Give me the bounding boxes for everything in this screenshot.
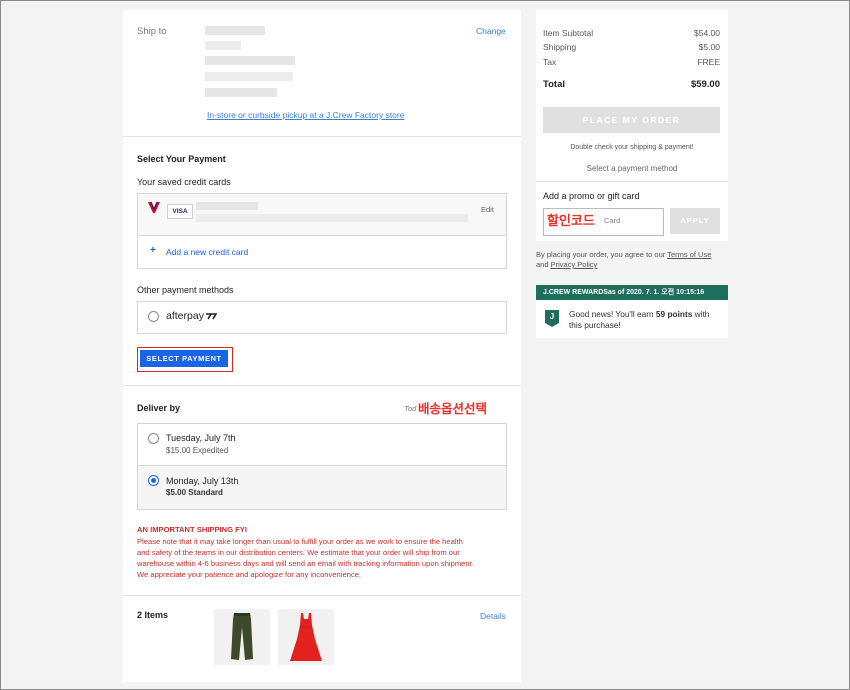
deliver-section-title: Deliver by	[137, 403, 181, 413]
total-value: $59.00	[690, 79, 720, 90]
subtotal-label: Item Subtotal	[543, 28, 594, 38]
standard-price: $5.00 Standard	[166, 488, 223, 497]
ship-to-label: Ship to	[137, 26, 167, 37]
expedited-radio[interactable]	[148, 433, 159, 444]
standard-radio[interactable]	[148, 475, 159, 486]
rewards-badge-icon: J	[545, 310, 559, 327]
afterpay-arrows-icon	[205, 312, 218, 320]
change-address-link[interactable]: Change	[476, 26, 506, 36]
other-payment-label: Other payment methods	[137, 285, 234, 295]
shipping-notice-line: Please note that it may take longer than…	[137, 537, 463, 546]
terms-text: By placing your order, you agree to our …	[536, 250, 736, 270]
shipping-notice-title: AN IMPORTANT SHIPPING FYI	[137, 525, 247, 534]
saved-cards-label: Your saved credit cards	[137, 177, 231, 187]
store-pickup-link[interactable]: In-store or curbside pickup at a J.Crew …	[207, 110, 404, 120]
rewards-points: 59 points	[655, 309, 693, 319]
section-divider	[123, 385, 521, 386]
tax-value: FREE	[697, 57, 720, 67]
rewards-timestamp: as of 2020. 7. 1. 오전 10:15:16	[607, 289, 705, 296]
product-thumbnail-pants[interactable]	[214, 609, 270, 665]
subtotal-value: $54.00	[694, 28, 720, 38]
card-details-redacted	[196, 214, 468, 222]
tax-label: Tax	[543, 57, 557, 67]
plus-icon: +	[150, 245, 156, 256]
rewards-badge-letter: J	[549, 312, 555, 321]
address-line-redacted	[205, 72, 293, 81]
shipping-notice-line: and safety of the teams in our distribut…	[137, 548, 460, 557]
afterpay-logo: afterpay	[166, 310, 218, 322]
section-divider	[123, 136, 521, 137]
rewards-msg-part: with	[692, 309, 710, 319]
standard-date: Monday, July 13th	[166, 476, 239, 486]
section-divider	[536, 181, 728, 182]
item-details-link[interactable]: Details	[480, 611, 506, 621]
edit-card-link[interactable]: Edit	[481, 205, 494, 214]
privacy-policy-link[interactable]: Privacy Policy	[551, 260, 598, 269]
promo-label: Add a promo or gift card	[543, 191, 640, 201]
expedited-price: $15.00 Expedited	[166, 446, 229, 455]
card-verified-icon	[147, 200, 161, 214]
select-payment-highlight: SELECT PAYMENT	[137, 347, 233, 372]
shipping-option-annotation: 배송옵션선택	[418, 402, 488, 416]
visa-logo: VISA	[167, 204, 193, 219]
place-order-button[interactable]: PLACE MY ORDER	[543, 107, 720, 133]
expedited-date: Tuesday, July 7th	[166, 433, 236, 443]
shipping-notice-line: We appreciate your patience and apologiz…	[137, 570, 362, 579]
terms-prefix: By placing your order, you agree to our	[536, 250, 668, 259]
afterpay-text: afterpay	[166, 310, 204, 322]
address-line-redacted	[205, 88, 277, 97]
card-number-redacted	[196, 202, 258, 210]
section-divider	[123, 595, 521, 596]
promo-placeholder: Card	[604, 216, 621, 225]
apply-promo-button[interactable]: APPLY	[670, 208, 720, 234]
delivery-date-note: Tod	[404, 404, 417, 413]
add-new-card-link[interactable]: Add a new credit card	[166, 247, 248, 257]
shipping-label: Shipping	[543, 42, 577, 52]
terms-of-use-link[interactable]: Terms of Use	[667, 250, 711, 259]
rewards-msg-part: Good news! You'll earn	[569, 309, 656, 319]
select-payment-note: Select a payment method	[586, 164, 678, 173]
rewards-header: J.CREW REWARDSas of 2020. 7. 1. 오전 10:15…	[536, 285, 728, 300]
select-payment-button[interactable]: SELECT PAYMENT	[140, 350, 228, 367]
rewards-msg-line2: this purchase!	[569, 320, 621, 330]
terms-and: and	[536, 260, 551, 269]
delivery-option-expedited[interactable]	[137, 423, 507, 467]
promo-code-annotation: 할인코드	[547, 213, 595, 228]
items-count: 2 Items	[137, 610, 169, 620]
shipping-value: $5.00	[698, 42, 720, 52]
rewards-message: Good news! You'll earn 59 points with th…	[569, 309, 709, 331]
rewards-title: J.CREW REWARDS	[543, 289, 608, 296]
address-line-redacted	[205, 26, 265, 35]
total-label: Total	[543, 79, 565, 90]
shipping-notice-line: warehouse within 4-6 business days and w…	[137, 559, 474, 568]
address-line-redacted	[205, 41, 241, 50]
address-line-redacted	[205, 56, 295, 65]
payment-section-title: Select Your Payment	[137, 154, 226, 164]
check-details-note: Double check your shipping & payment!	[570, 144, 694, 151]
afterpay-radio[interactable]	[148, 311, 159, 322]
product-thumbnail-red-dress[interactable]	[278, 609, 334, 665]
